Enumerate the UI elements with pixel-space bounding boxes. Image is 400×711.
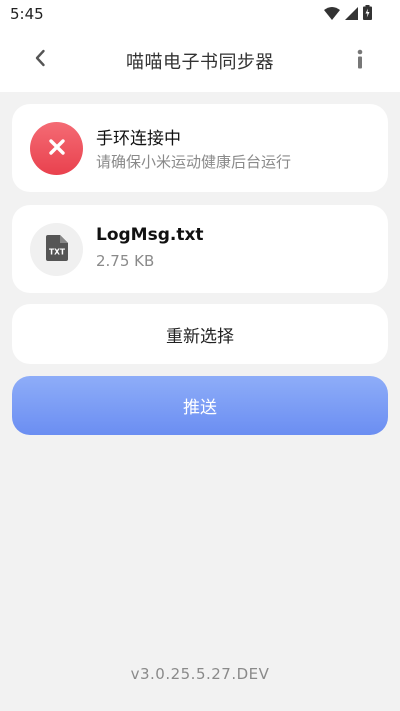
status-bar: 5:45 (0, 0, 400, 28)
info-icon (357, 49, 363, 73)
close-icon (48, 138, 66, 160)
reselect-button-label: 重新选择 (166, 326, 234, 347)
file-badge: TXT (30, 223, 83, 276)
txt-file-icon: TXT (45, 234, 68, 265)
cellular-signal-icon (345, 5, 358, 24)
push-button[interactable]: 推送 (12, 376, 388, 435)
battery-charging-icon (363, 5, 372, 24)
connection-subtitle: 请确保小米运动健康后台运行 (96, 153, 292, 171)
error-badge (30, 122, 83, 175)
file-name: LogMsg.txt (96, 225, 204, 245)
push-button-label: 推送 (183, 398, 217, 418)
wifi-icon (324, 5, 340, 24)
status-time: 5:45 (10, 5, 44, 23)
connection-status-card: 手环连接中 请确保小米运动健康后台运行 (12, 104, 388, 192)
file-size: 2.75 KB (96, 252, 155, 270)
app-bar: 喵喵电子书同步器 (0, 28, 400, 92)
file-card[interactable]: TXT LogMsg.txt 2.75 KB (12, 205, 388, 293)
page-title: 喵喵电子书同步器 (126, 52, 274, 73)
reselect-button[interactable]: 重新选择 (12, 304, 388, 364)
connection-title: 手环连接中 (96, 129, 181, 149)
status-icons (324, 5, 372, 24)
info-button[interactable] (350, 46, 370, 76)
version-label: v3.0.25.5.27.DEV (130, 665, 270, 683)
txt-file-icon-label: TXT (48, 247, 65, 256)
